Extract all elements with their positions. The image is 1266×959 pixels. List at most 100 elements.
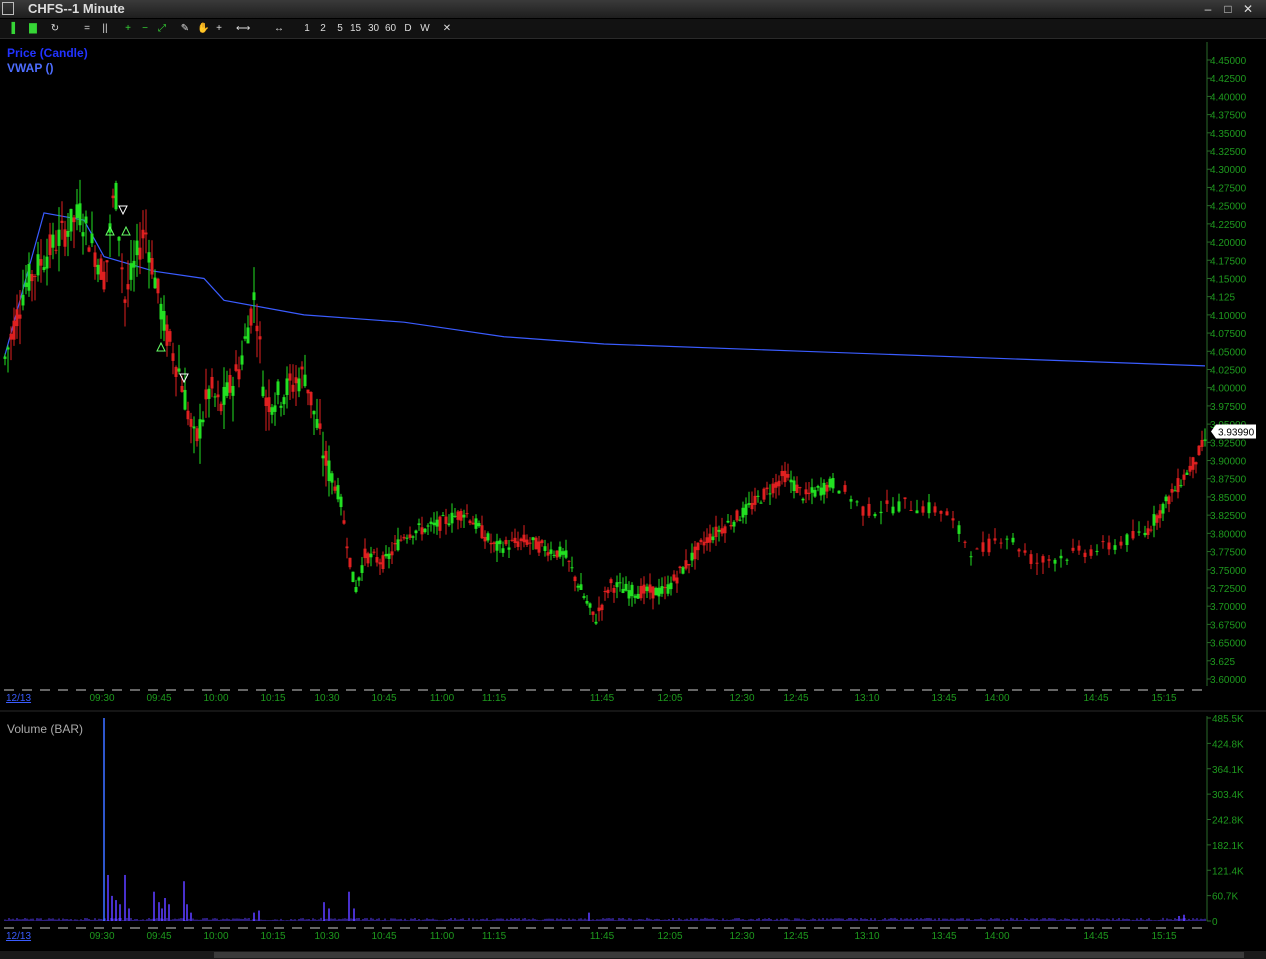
fit-icon[interactable]: ⤢: [157, 19, 167, 38]
candle-body: [252, 292, 256, 301]
candle-body: [420, 527, 424, 535]
candle-body: [735, 510, 739, 521]
close-button[interactable]: ✕: [1240, 1, 1256, 17]
price-x-tick-label: 09:45: [146, 693, 171, 704]
candle-body: [483, 536, 487, 542]
candle-body: [96, 264, 100, 275]
candle-body: [744, 504, 748, 515]
line-style-icon[interactable]: ⟷: [236, 19, 250, 38]
minimize-button[interactable]: –: [1200, 1, 1216, 17]
candle-body: [1011, 537, 1015, 543]
interval-w-button[interactable]: W: [420, 19, 430, 38]
price-tick-label: 3.72500: [1210, 584, 1247, 595]
candle-body: [369, 553, 373, 558]
candle-body: [1188, 465, 1192, 472]
window-title: CHFS--1 Minute: [28, 1, 125, 16]
toolbar-close-button[interactable]: ✕: [442, 19, 452, 38]
candle-body: [780, 471, 784, 477]
crosshair-icon[interactable]: +: [214, 19, 224, 38]
candle-body: [828, 478, 832, 488]
candle-body: [498, 540, 502, 545]
candle-body: [777, 480, 781, 487]
candle-body: [441, 515, 445, 517]
candle-body: [558, 546, 562, 557]
candle-body: [435, 519, 439, 527]
candle-body: [549, 549, 553, 554]
scroll-icon[interactable]: ↔: [274, 19, 284, 38]
candle-body: [492, 542, 496, 544]
candle-body: [417, 523, 421, 525]
candle-body: [345, 546, 349, 549]
candle-body: [330, 473, 334, 483]
candle-body: [801, 498, 805, 501]
bars-icon[interactable]: ||: [100, 19, 110, 38]
candle-body: [678, 566, 682, 569]
candle-body: [669, 582, 673, 590]
volume-x-tick-label: 10:30: [314, 931, 339, 942]
scrollbar-thumb[interactable]: [214, 952, 1244, 958]
candle-body: [231, 386, 235, 396]
candle-body: [303, 374, 307, 387]
candle-body: [636, 593, 640, 599]
candle-body: [663, 587, 667, 589]
lines-icon[interactable]: =: [82, 19, 92, 38]
candle-body: [489, 542, 493, 545]
candle-body: [831, 478, 835, 489]
candle-body: [156, 278, 160, 294]
candle-body: [1095, 550, 1099, 552]
hand-icon[interactable]: ✋: [197, 19, 209, 38]
candle-body: [495, 541, 499, 551]
candle-body: [33, 276, 37, 278]
interval-2-button[interactable]: 2: [318, 19, 328, 38]
draw-icon[interactable]: ✎: [180, 19, 190, 38]
candle-body: [1119, 541, 1123, 546]
candle-body: [570, 567, 574, 569]
candle-body: [123, 299, 127, 303]
chart-area[interactable]: 4.45000 4.42500 4.40000 4.37500 4.35000 4.325…: [0, 39, 1266, 951]
price-tick-label: 4.45000: [1210, 56, 1247, 67]
interval-60-button[interactable]: 60: [385, 19, 396, 38]
candle-body: [186, 410, 190, 420]
indicator-icon[interactable]: ▇: [28, 19, 38, 38]
candle-body: [1077, 545, 1081, 551]
candle-body: [564, 550, 568, 558]
candle-body: [72, 217, 76, 223]
interval-1-button[interactable]: 1: [302, 19, 312, 38]
refresh-icon[interactable]: ↻: [50, 19, 60, 38]
candle-body: [261, 386, 265, 397]
candle-body: [117, 236, 121, 241]
candle-body: [516, 541, 520, 547]
candle-body: [798, 487, 802, 489]
candle-body: [714, 526, 718, 538]
candle-body: [276, 381, 280, 396]
interval-5-button[interactable]: 5: [335, 19, 345, 38]
candle-body: [1173, 490, 1177, 492]
interval-15-button[interactable]: 15: [350, 19, 361, 38]
candle-body: [771, 483, 775, 494]
candle-body: [45, 256, 49, 269]
candle-body: [552, 554, 556, 556]
candle-body: [618, 582, 622, 584]
interval-30-button[interactable]: 30: [368, 19, 379, 38]
zoom-in-icon[interactable]: +: [123, 19, 133, 38]
candle-body: [1047, 559, 1051, 561]
candle-body: [471, 522, 475, 525]
candle-body: [222, 386, 226, 405]
price-x-tick-label: 10:15: [260, 693, 285, 704]
volume-x-tick-label: 11:00: [430, 931, 455, 942]
candle-body: [597, 607, 601, 612]
candle-body: [1161, 503, 1165, 514]
candle-body: [543, 546, 547, 551]
candle-body: [51, 234, 55, 248]
title-bar: CHFS--1 Minute – □ ✕: [0, 0, 1266, 18]
maximize-button[interactable]: □: [1220, 1, 1236, 17]
candle-body: [861, 506, 865, 516]
candle-body: [897, 501, 901, 512]
volume-tick-label: 121.4K: [1212, 866, 1244, 877]
zoom-out-icon[interactable]: −: [140, 19, 150, 38]
candle-body: [201, 419, 205, 423]
candle-body: [816, 486, 820, 488]
interval-d-button[interactable]: D: [403, 19, 413, 38]
candle-body: [879, 511, 883, 514]
chart-type-icon[interactable]: ▌: [10, 19, 20, 38]
